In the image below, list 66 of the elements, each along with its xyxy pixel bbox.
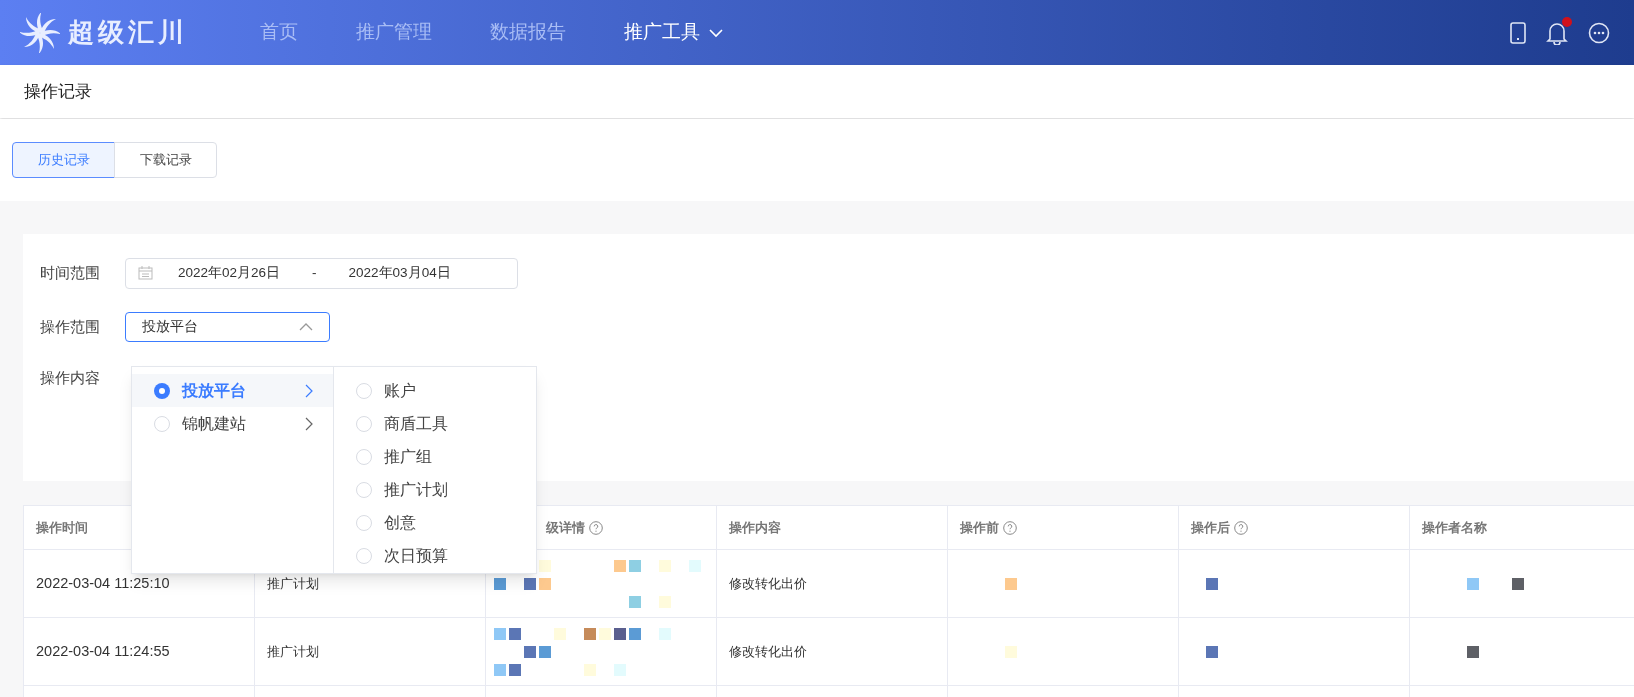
start-date: 2022年02月26日 — [178, 263, 281, 282]
column-header: 级详情 — [546, 518, 585, 537]
chevron-right-icon — [305, 383, 313, 398]
radio-button[interactable] — [154, 382, 170, 399]
radio-button[interactable] — [356, 382, 372, 399]
column-header: 操作者名称 — [1422, 518, 1487, 537]
date-range-field[interactable]: 2022年02月26日 - 2022年03月04日 — [125, 257, 518, 289]
table-cell-text: 推广计划 — [267, 574, 319, 593]
pixelated-text-drawing — [1467, 645, 1479, 658]
cascader-option[interactable]: 次日预算 — [334, 539, 536, 572]
bell-icon[interactable] — [1546, 20, 1568, 45]
table-cell-text: 修改转化出价 — [729, 642, 807, 661]
cascader-option[interactable]: 投放平台 — [132, 374, 333, 407]
app-name: 超级汇川 — [68, 16, 188, 49]
help-icon[interactable] — [1003, 520, 1017, 535]
option-label: 创意 — [384, 512, 416, 533]
radio-button[interactable] — [356, 514, 372, 531]
field-label: 操作内容 — [40, 367, 101, 388]
more-icon[interactable] — [1588, 21, 1610, 44]
pixelated-text-drawing — [1005, 645, 1017, 658]
cascader-option[interactable]: 推广计划 — [334, 473, 536, 506]
option-label: 次日预算 — [384, 545, 448, 566]
radio-button[interactable] — [356, 448, 372, 465]
table-cell-text: 推广计划 — [267, 642, 319, 661]
page-title: 操作记录 — [24, 80, 92, 103]
pixelated-text-drawing — [1206, 645, 1218, 658]
chevron-up-icon — [299, 323, 313, 331]
scope-select[interactable]: 投放平台 — [125, 312, 330, 342]
radio-button[interactable] — [356, 547, 372, 564]
option-label: 推广计划 — [384, 479, 448, 500]
cascader-option[interactable]: 商盾工具 — [334, 407, 536, 440]
cascader-option[interactable]: 账户 — [334, 374, 536, 407]
radio-button[interactable] — [356, 415, 372, 432]
phone-icon[interactable] — [1510, 21, 1526, 44]
column-header: 操作内容 — [729, 518, 781, 537]
radio-button[interactable] — [154, 415, 170, 432]
nav-tab[interactable]: 推广工具 — [624, 18, 724, 47]
swirl-logo-icon — [20, 12, 60, 53]
help-icon[interactable] — [589, 520, 603, 535]
cascader-option[interactable]: 锦帆建站 — [132, 407, 333, 440]
option-label: 投放平台 — [182, 380, 246, 401]
column-header: 操作后 — [1191, 518, 1230, 537]
column-header: 操作前 — [960, 518, 999, 537]
pixelated-text-drawing — [1206, 577, 1218, 590]
chevron-right-icon — [305, 416, 313, 431]
option-label: 商盾工具 — [384, 413, 448, 434]
option-label: 推广组 — [384, 446, 432, 467]
field-label: 时间范围 — [40, 262, 101, 283]
segment-tab[interactable]: 下载记录 — [114, 142, 217, 178]
segment-tab[interactable]: 历史记录 — [12, 142, 115, 178]
pixelated-text-drawing — [1005, 577, 1017, 590]
radio-button[interactable] — [356, 481, 372, 498]
field-label: 操作范围 — [40, 316, 101, 337]
cascader-option[interactable]: 推广组 — [334, 440, 536, 473]
cascader-option[interactable]: 创意 — [334, 506, 536, 539]
range-separator: - — [312, 263, 317, 282]
option-label: 账户 — [384, 380, 416, 401]
column-header: 操作时间 — [36, 518, 88, 537]
table-cell-text: 2022-03-04 11:25:10 — [36, 573, 170, 593]
end-date: 2022年03月04日 — [348, 263, 451, 282]
table-cell-text: 2022-03-04 11:24:55 — [36, 641, 170, 661]
option-label: 锦帆建站 — [182, 413, 246, 434]
help-icon[interactable] — [1234, 520, 1248, 535]
table-cell-text: 修改转化出价 — [729, 574, 807, 593]
pixelated-text-drawing — [1467, 577, 1524, 590]
calendar-icon — [138, 266, 153, 280]
